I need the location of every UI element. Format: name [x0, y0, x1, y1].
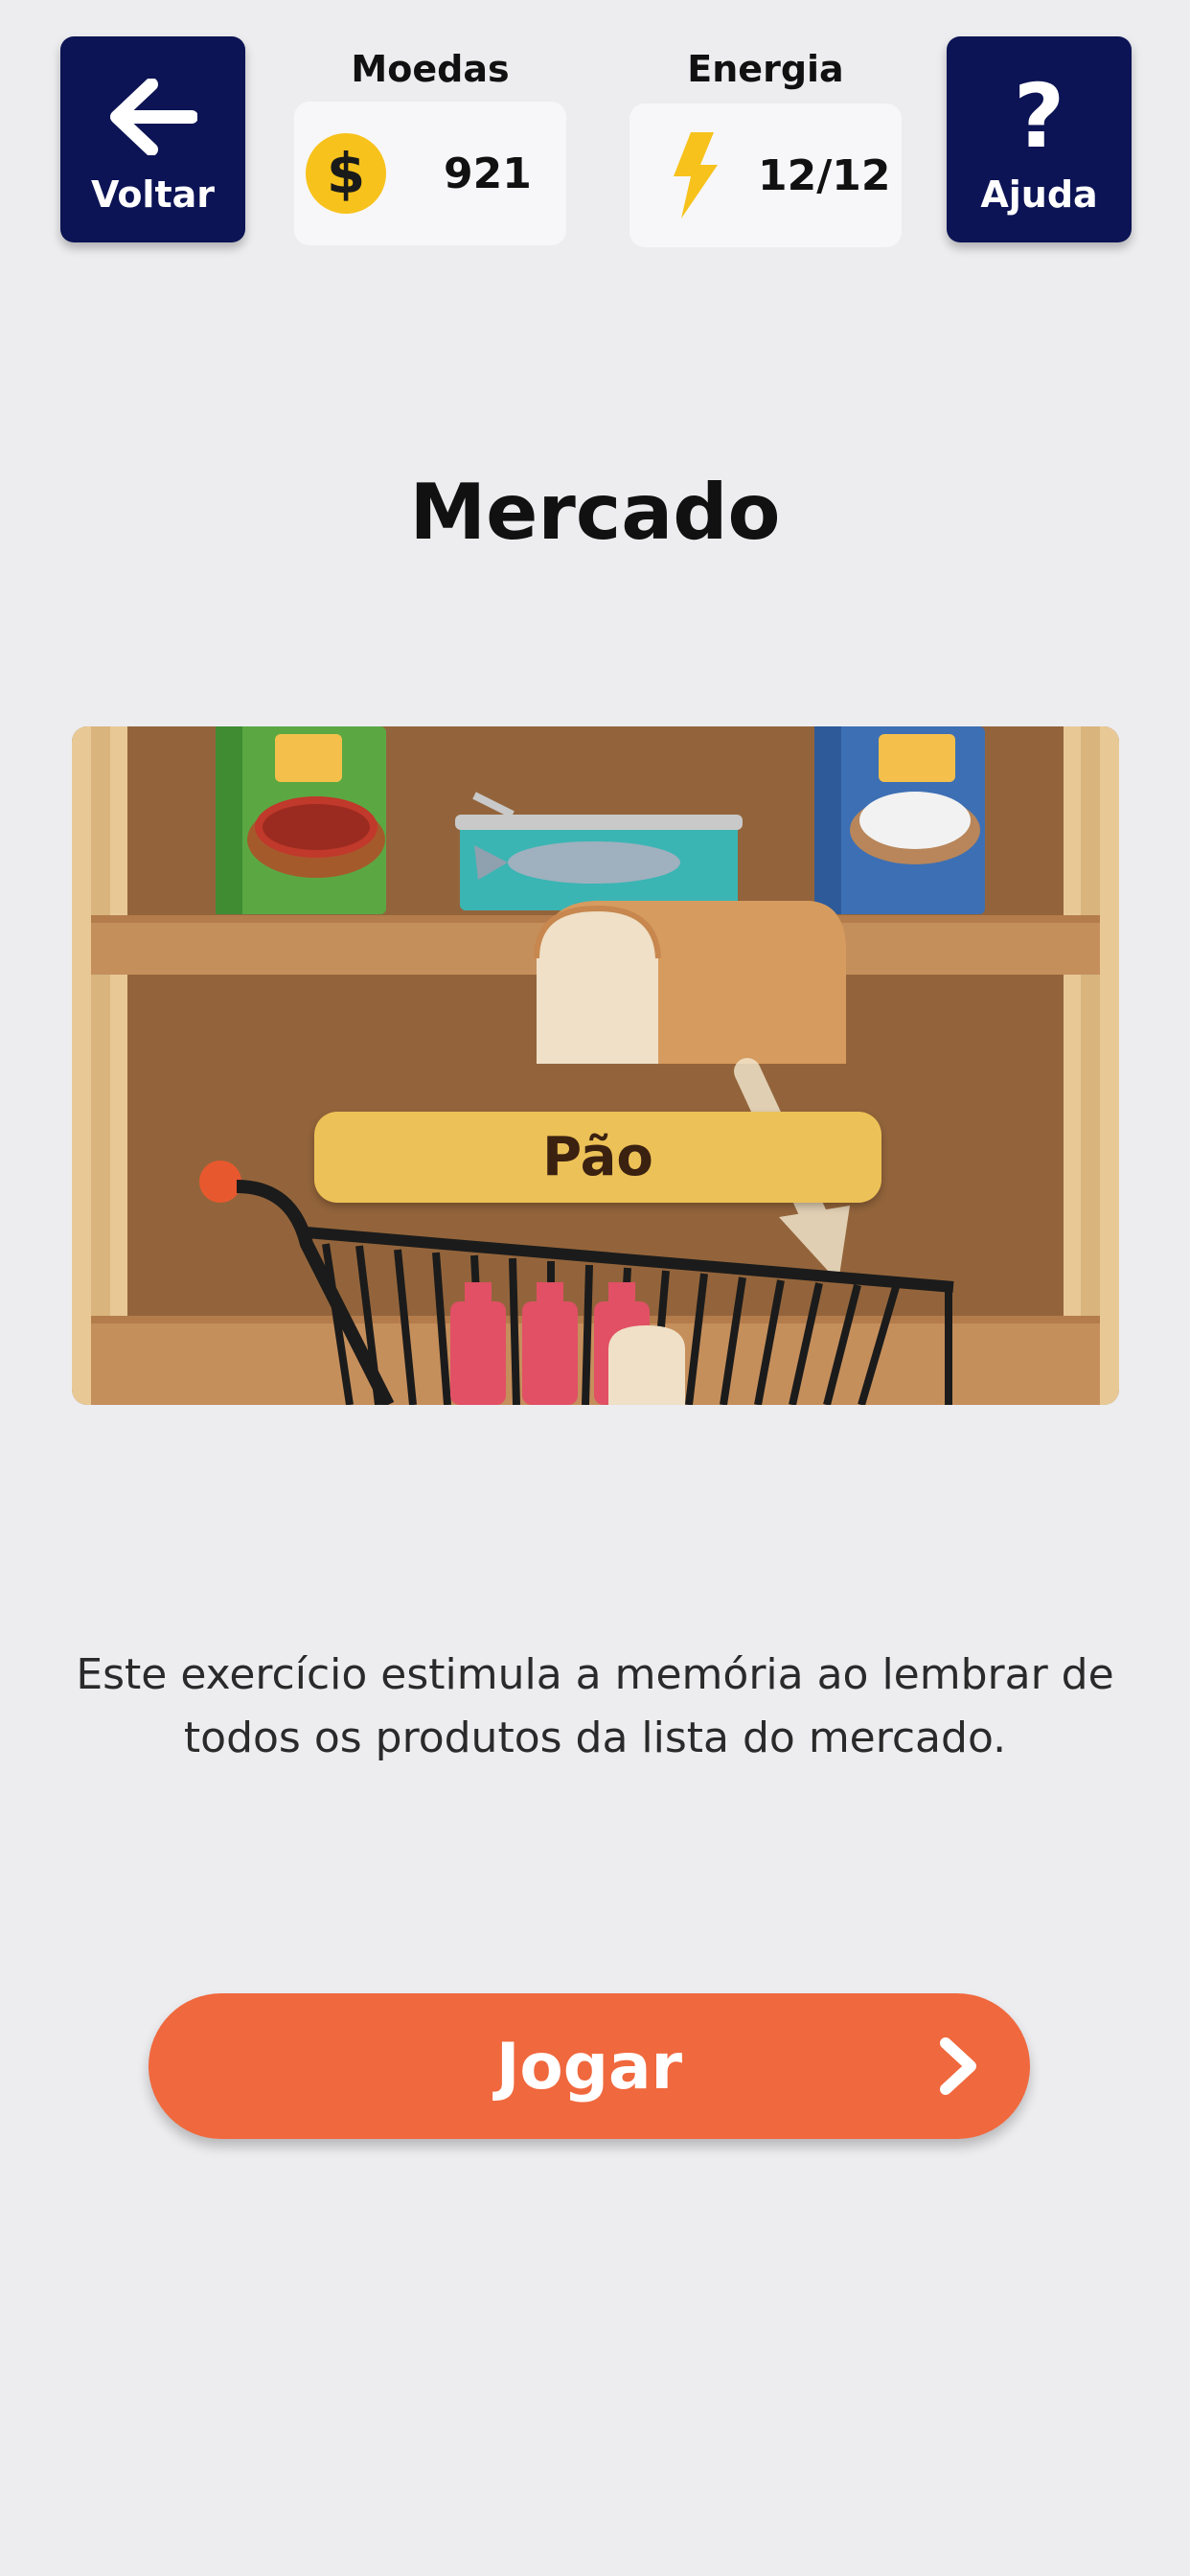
back-button-label: Voltar	[90, 172, 215, 216]
play-button[interactable]: Jogar	[149, 1993, 1030, 2139]
coins-stat: Moedas $ 921	[294, 48, 566, 249]
page-title: Mercado	[409, 468, 781, 557]
help-button-label: Ajuda	[980, 172, 1098, 216]
item-label: Pão	[314, 1112, 881, 1203]
coins-title: Moedas	[351, 48, 510, 90]
help-button[interactable]: ? Ajuda	[947, 36, 1132, 242]
energy-title: Energia	[687, 48, 844, 90]
market-shelf-drawing	[72, 726, 1119, 1405]
question-mark-icon: ?	[1014, 64, 1064, 170]
chevron-right-icon	[940, 2037, 976, 2095]
help-glyph: ?	[1013, 64, 1065, 168]
back-button[interactable]: Voltar	[60, 36, 245, 242]
lightning-bolt-icon	[674, 132, 718, 218]
bean-box-icon	[216, 726, 386, 914]
top-bar: Voltar Moedas $ 921 Energia 12/12 ? Ajud…	[0, 0, 1190, 249]
energy-stat: Energia 12/12	[629, 48, 902, 249]
coins-box: $ 921	[294, 102, 566, 245]
energy-box: 12/12	[629, 104, 902, 247]
play-button-label: Jogar	[495, 2029, 683, 2104]
market-illustration: Pão	[72, 726, 1119, 1405]
energy-value: 12/12	[758, 150, 891, 200]
coins-value: 921	[444, 149, 532, 198]
coin-icon: $	[306, 133, 386, 214]
arrow-left-icon	[109, 64, 197, 170]
bread-icon	[534, 900, 847, 1064]
rice-box-icon	[814, 726, 985, 914]
game-description: Este exercício estimula a memória ao lem…	[76, 1650, 1114, 1762]
